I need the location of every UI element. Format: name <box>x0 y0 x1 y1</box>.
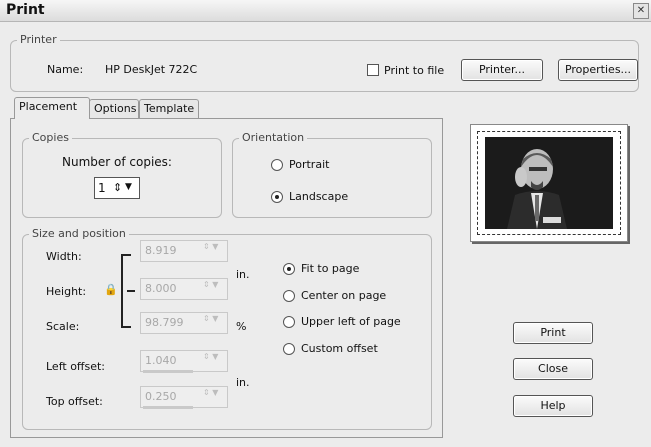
portrait-label[interactable]: Portrait <box>289 158 329 171</box>
scale-value: 98.799 <box>145 316 184 329</box>
tab-placement[interactable]: Placement <box>14 97 90 119</box>
top-offset-input[interactable]: 0.250 ⇕ ▼ <box>140 386 228 408</box>
photo-preview-icon <box>485 137 613 229</box>
upper-left-radio[interactable] <box>283 316 295 328</box>
lock-icon[interactable]: 🔒 <box>104 283 118 296</box>
tab-options[interactable]: Options <box>89 99 139 119</box>
size-position-group-label: Size and position <box>29 227 129 240</box>
width-input[interactable]: 8.919 ⇕ ▼ <box>140 240 228 262</box>
copies-value: 1 <box>98 181 106 195</box>
center-on-page-radio[interactable] <box>283 290 295 302</box>
print-to-file-label[interactable]: Print to file <box>384 64 444 77</box>
orientation-group-label: Orientation <box>239 131 308 144</box>
fit-to-page-radio[interactable] <box>283 263 295 275</box>
left-offset-spin-icon[interactable]: ⇕ ▼ <box>200 352 226 370</box>
printer-name-label: Name: <box>47 63 84 76</box>
unit-in-label-2: in. <box>236 376 250 389</box>
scale-label: Scale: <box>46 320 80 333</box>
properties-button[interactable]: Properties... <box>558 59 638 81</box>
width-value: 8.919 <box>145 244 177 257</box>
scale-input[interactable]: 98.799 ⇕ ▼ <box>140 312 228 334</box>
number-of-copies-label: Number of copies: <box>62 155 172 169</box>
height-label: Height: <box>46 285 87 298</box>
left-offset-label: Left offset: <box>46 360 106 373</box>
landscape-radio[interactable] <box>271 191 283 203</box>
orientation-group: Orientation <box>232 131 432 218</box>
printer-button[interactable]: Printer... <box>461 59 543 81</box>
portrait-radio[interactable] <box>271 159 283 171</box>
top-offset-value: 0.250 <box>145 390 177 403</box>
close-button[interactable]: Close <box>513 358 593 380</box>
top-offset-slider <box>143 406 193 409</box>
copies-input[interactable]: 1 ⇕ ▼ <box>94 177 140 199</box>
print-button[interactable]: Print <box>513 322 593 344</box>
custom-offset-radio[interactable] <box>283 343 295 355</box>
title-bar: Print ✕ <box>0 0 651 22</box>
printer-name-value: HP DeskJet 722C <box>105 63 198 76</box>
height-value: 8.000 <box>145 282 177 295</box>
link-bracket-tick <box>127 290 135 292</box>
custom-offset-label[interactable]: Custom offset <box>301 342 378 355</box>
left-offset-input[interactable]: 1.040 ⇕ ▼ <box>140 350 228 372</box>
print-to-file-checkbox[interactable] <box>367 64 379 76</box>
scale-spin-icon[interactable]: ⇕ ▼ <box>200 314 226 332</box>
copies-group-label: Copies <box>29 131 72 144</box>
upper-left-label[interactable]: Upper left of page <box>301 315 401 328</box>
unit-in-label: in. <box>236 268 250 281</box>
top-offset-label: Top offset: <box>46 395 103 408</box>
center-on-page-label[interactable]: Center on page <box>301 289 386 302</box>
left-offset-value: 1.040 <box>145 354 177 367</box>
left-offset-slider <box>143 370 193 373</box>
close-icon[interactable]: ✕ <box>633 3 649 19</box>
printer-group-label: Printer <box>17 33 60 46</box>
help-button[interactable]: Help <box>513 395 593 417</box>
height-spin-icon[interactable]: ⇕ ▼ <box>200 280 226 298</box>
height-input[interactable]: 8.000 ⇕ ▼ <box>140 278 228 300</box>
copies-spin-icon[interactable]: ⇕ <box>113 181 122 194</box>
chevron-down-icon[interactable]: ▼ <box>125 182 132 192</box>
top-offset-spin-icon[interactable]: ⇕ ▼ <box>200 388 226 406</box>
fit-to-page-label[interactable]: Fit to page <box>301 262 359 275</box>
print-preview <box>470 124 628 242</box>
tab-template[interactable]: Template <box>139 99 199 119</box>
width-spin-icon[interactable]: ⇕ ▼ <box>200 242 226 260</box>
landscape-label[interactable]: Landscape <box>289 190 348 203</box>
unit-percent-label: % <box>236 320 247 333</box>
window-title: Print <box>6 2 45 18</box>
width-label: Width: <box>46 250 82 263</box>
